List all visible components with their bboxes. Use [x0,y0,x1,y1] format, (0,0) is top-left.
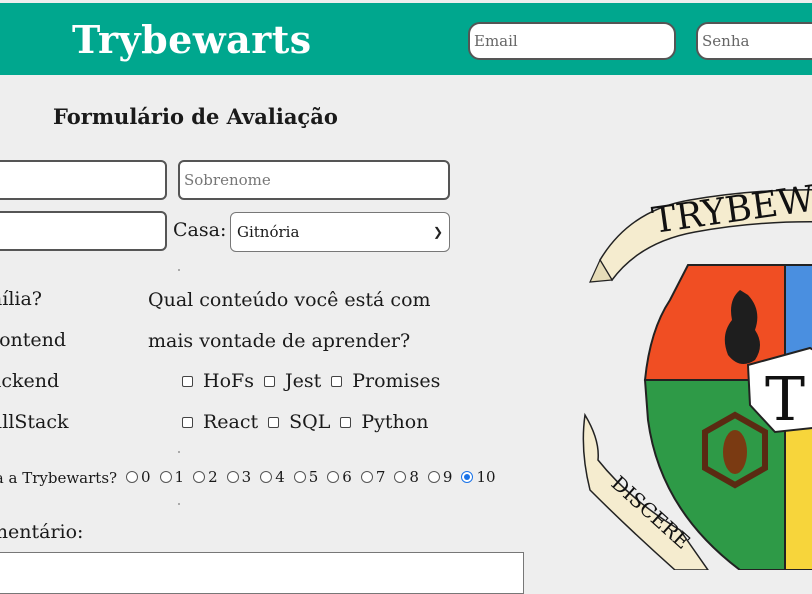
rating-option[interactable]: 7 [360,468,386,486]
react-label: React [203,411,259,433]
trybewarts-crest: TRYBEWA T DISCERE [582,175,812,570]
rating-value: 9 [442,468,453,486]
radio-3[interactable] [226,471,239,483]
radio-1[interactable] [159,471,172,483]
login-password-input[interactable] [696,22,812,60]
radio-2[interactable] [193,471,206,483]
promises-label: Promises [352,370,441,392]
house-select-value: Gitnória [237,223,300,241]
rating-question: ia a Trybewarts? [0,469,118,487]
rating-value: 5 [308,468,319,486]
radio-0[interactable] [126,471,138,483]
center-letter: T [765,365,805,435]
last-name-input[interactable] [178,160,450,200]
radio-10[interactable] [461,471,474,483]
rating-option[interactable]: 9 [427,468,453,486]
banner-text: TRYBEWA [650,175,812,242]
rating-option[interactable]: 8 [394,468,419,486]
rating-value: 3 [241,468,252,486]
brand-title: Trybewarts [72,17,312,62]
form-title: Formulário de Avaliação [53,104,338,129]
rating-option[interactable]: 2 [193,468,218,486]
rating-option[interactable]: 5 [293,468,319,486]
jest-checkbox[interactable] [263,375,275,387]
rating-value: 0 [141,468,151,486]
content-question: Qual conteúdo você está com mais vontade… [148,289,431,352]
python-checkbox[interactable] [340,416,352,428]
rating-option[interactable]: 3 [226,468,252,486]
separator-dot [178,269,180,271]
hofs-label: HoFs [203,370,254,392]
radio-7[interactable] [360,471,373,483]
python-label: Python [361,411,429,433]
seed-icon [723,430,747,474]
house-label: Casa: [173,219,227,241]
radio-6[interactable] [327,471,340,483]
rating-value: 4 [275,468,285,486]
separator-dot [178,503,180,505]
jest-label: Jest [284,370,322,392]
react-checkbox[interactable] [182,416,193,428]
comment-label: mentário: [0,521,84,543]
rating-value: 8 [409,468,419,486]
house-select[interactable]: Gitnória ❯ [230,212,450,252]
sql-label: SQL [289,411,331,433]
promises-checkbox[interactable] [331,375,343,387]
radio-5[interactable] [293,471,306,483]
rating-option[interactable]: 0 [126,468,151,486]
rating-value: 7 [375,468,386,486]
radio-8[interactable] [394,471,407,483]
rating-option[interactable]: 1 [159,468,185,486]
family-option-fullstack[interactable]: ullStack [0,411,69,433]
rating-option[interactable]: 10 [461,468,496,486]
rating-value: 2 [208,468,218,486]
top-bar: Trybewarts [0,3,812,75]
login-email-input[interactable] [468,22,676,60]
rating-value: 6 [342,468,352,486]
rating-option[interactable]: 6 [327,468,352,486]
family-option-frontend[interactable]: rontend [0,329,66,351]
radio-9[interactable] [427,471,440,483]
family-question: nília? [0,288,42,310]
rating-value: 1 [174,468,185,486]
rating-value: 10 [476,468,496,486]
hofs-checkbox[interactable] [182,375,193,387]
rating-option[interactable]: 4 [260,468,285,486]
sql-checkbox[interactable] [268,416,280,428]
rating-radio-group: 0 1 2 3 4 5 6 7 8 9 10 [126,468,505,486]
form-email-input[interactable] [0,211,167,251]
radio-4[interactable] [260,471,273,483]
family-option-backend[interactable]: ackend [0,370,59,392]
separator-dot [178,451,180,453]
content-options-row-2: React SQL Python [182,411,438,433]
content-options-row-1: HoFs Jest Promises [182,370,450,392]
chevron-down-icon: ❯ [432,225,443,239]
first-name-input[interactable] [0,160,167,200]
comment-textarea[interactable] [0,552,524,594]
